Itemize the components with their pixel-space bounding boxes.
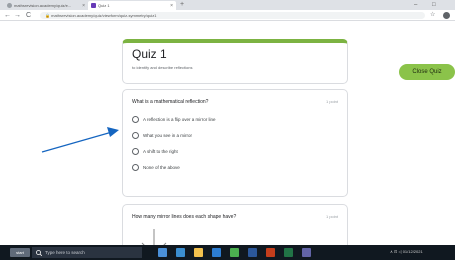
answer-option-label: None of the above [143,165,180,170]
store-icon[interactable] [212,248,221,257]
search-icon [36,249,42,256]
address-bar[interactable]: 🔒 mathsrevision.academy/quiz/viewform/qu… [40,12,425,19]
radio-button[interactable] [132,164,139,171]
lock-icon: 🔒 [45,13,50,18]
answer-option-3[interactable]: A shift to the right [132,148,178,155]
question-1-points: 1 point [325,99,338,104]
page-content: Quiz 1 to identify and describe reflecti… [0,22,455,260]
radio-button[interactable] [132,148,139,155]
radio-button[interactable] [132,132,139,139]
edge-icon[interactable] [176,248,185,257]
forms-icon [91,3,96,8]
quiz-subtitle: to identify and describe reflections [132,65,193,70]
answer-option-1[interactable]: A reflection is a flip over a mirror lin… [132,116,216,123]
url-text: mathsrevision.academy/quiz/viewform/quiz… [51,13,157,18]
quiz-header-card: Quiz 1 to identify and describe reflecti… [122,39,348,84]
browser-toolbar: ← → C 🔒 mathsrevision.academy/quiz/viewf… [0,10,455,21]
browser-tab-1-label: mathsrevision.academy/quiz/e... [14,3,72,8]
new-tab-button[interactable]: + [180,1,184,9]
excel-icon[interactable] [284,248,293,257]
close-icon[interactable]: × [82,3,85,9]
back-button[interactable]: ← [4,11,11,20]
quiz-title: Quiz 1 [132,47,167,61]
word-icon[interactable] [248,248,257,257]
system-tray[interactable]: ∧ ⊡ ◁ 01/12/2021 [390,249,423,254]
question-2-text: How many mirror lines does each shape ha… [132,214,237,220]
profile-avatar[interactable] [443,12,450,19]
answer-option-2[interactable]: What you see in a mirror [132,132,192,139]
radio-button[interactable] [132,116,139,123]
browser-tab-2-label: Quiz 1 [98,3,110,8]
answer-option-label: What you see in a mirror [143,133,193,138]
chrome-icon[interactable] [230,248,239,257]
globe-icon [7,3,12,8]
answer-option-label: A reflection is a flip over a mirror lin… [143,117,216,122]
taskbar-search-placeholder: Type here to search [45,250,85,255]
close-quiz-button[interactable]: Close Quiz [399,64,455,80]
answer-option-label: A shift to the right [143,149,178,154]
answer-option-4[interactable]: None of the above [132,164,180,171]
browser-tab-2[interactable]: Quiz 1 × [88,1,176,10]
teams-icon[interactable] [302,248,311,257]
minimize-button[interactable]: – [414,1,417,9]
taskbar-search-box[interactable]: Type here to search [32,247,142,258]
question-1-text: What is a mathematical reflection? [132,99,209,105]
start-button[interactable]: start [10,248,30,257]
forward-button[interactable]: → [14,11,21,20]
windows-taskbar: start Type here to search ∧ ⊡ ◁ 01/12/20… [0,245,455,260]
question-2-points: 1 point [325,214,338,219]
task-view-icon[interactable] [158,248,167,257]
powerpoint-icon[interactable] [266,248,275,257]
file-explorer-icon[interactable] [194,248,203,257]
browser-tab-strip: mathsrevision.academy/quiz/e... × Quiz 1… [0,0,455,10]
close-icon[interactable]: × [170,3,173,9]
browser-tab-1[interactable]: mathsrevision.academy/quiz/e... × [4,1,88,10]
bookmark-star-icon[interactable]: ☆ [430,11,435,20]
maximize-button[interactable]: □ [432,1,436,9]
question-card-1: What is a mathematical reflection? 1 poi… [122,89,348,197]
reload-button[interactable]: C [26,11,31,20]
